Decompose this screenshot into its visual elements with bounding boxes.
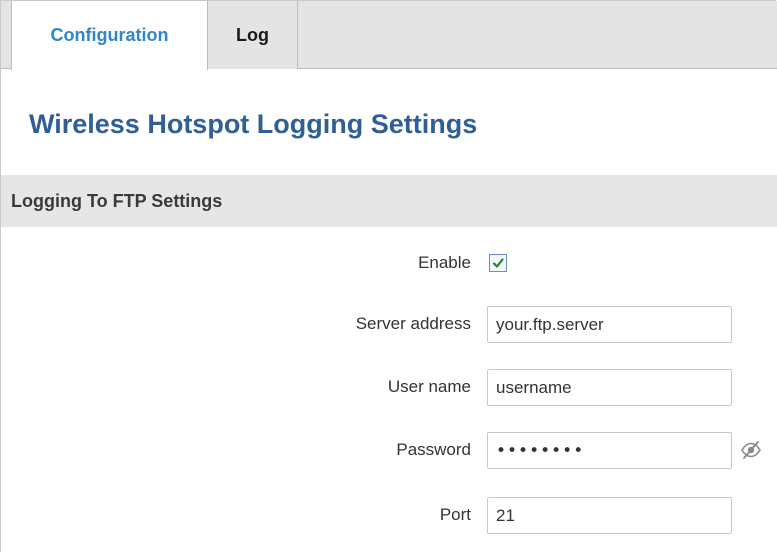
password-row: Password [1, 432, 777, 469]
password-label: Password [396, 440, 471, 459]
server-address-row: Server address [1, 306, 777, 343]
tab-bar: Configuration Log [1, 1, 777, 70]
page-title: Wireless Hotspot Logging Settings [29, 109, 478, 139]
port-input[interactable] [487, 497, 732, 534]
user-name-row: User name [1, 369, 777, 406]
password-input[interactable] [487, 432, 732, 469]
eye-slash-icon[interactable] [739, 439, 763, 461]
section-header: Logging To FTP Settings [1, 175, 777, 227]
user-name-label: User name [387, 377, 471, 396]
tab-configuration[interactable]: Configuration [11, 1, 208, 70]
page-frame: Configuration Log Wireless Hotspot Loggi… [0, 0, 777, 552]
tab-log-label: Log [236, 24, 269, 45]
enable-checkbox[interactable] [489, 254, 507, 272]
enable-row: Enable [1, 245, 777, 281]
server-address-label: Server address [355, 314, 471, 333]
tab-log[interactable]: Log [208, 1, 298, 69]
tab-configuration-label: Configuration [50, 25, 169, 45]
checkmark-icon [492, 258, 504, 268]
port-row: Port [1, 497, 777, 534]
user-name-input[interactable] [487, 369, 732, 406]
enable-label: Enable [418, 253, 471, 272]
section-title: Logging To FTP Settings [11, 190, 223, 211]
port-label: Port [439, 505, 471, 524]
server-address-input[interactable] [487, 306, 732, 343]
